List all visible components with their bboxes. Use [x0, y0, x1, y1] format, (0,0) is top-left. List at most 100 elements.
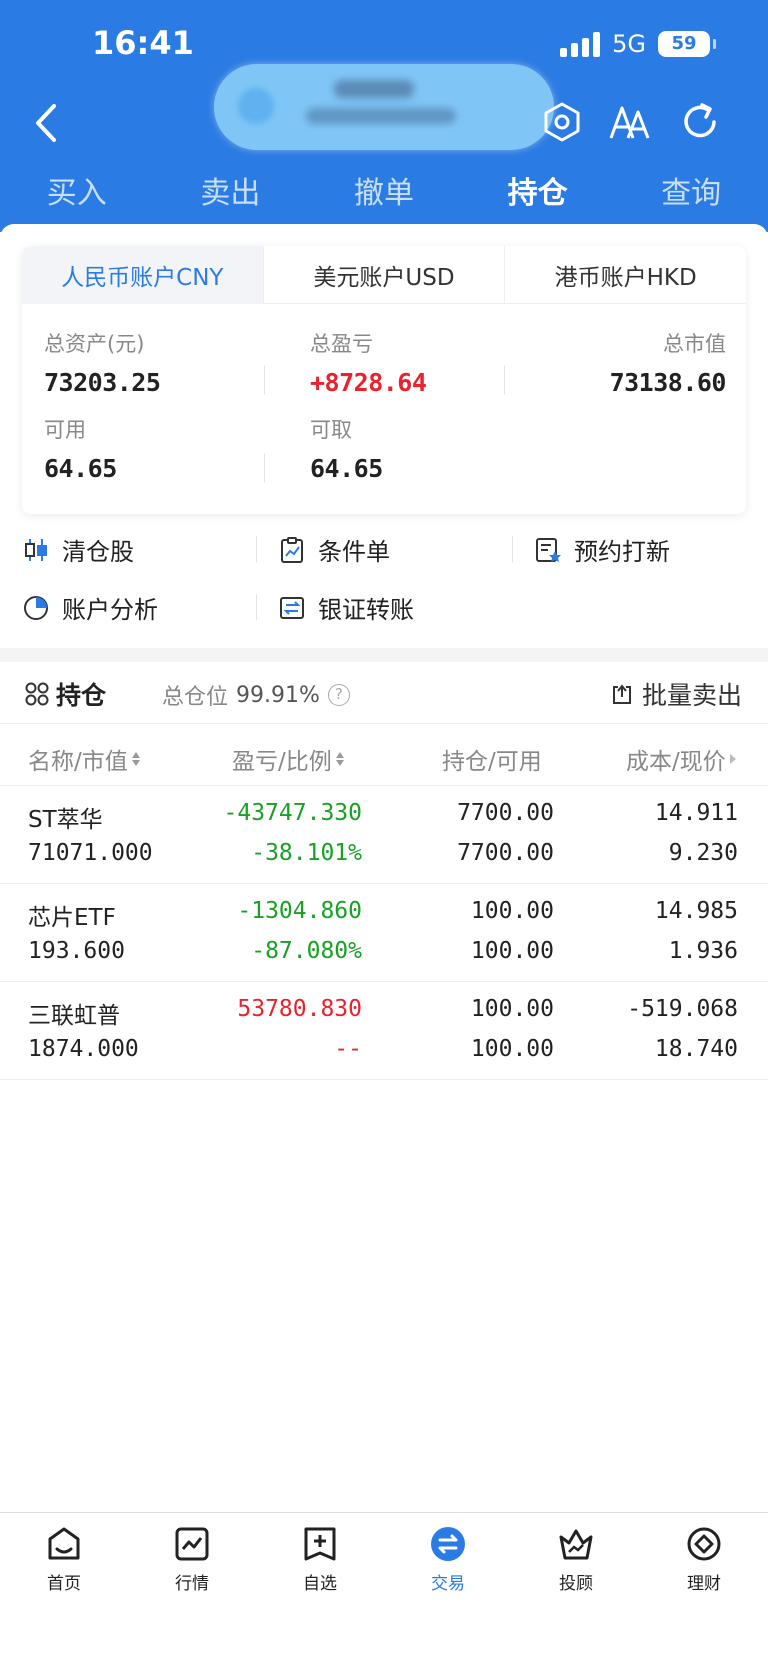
table-row[interactable]: 三联虹普 1874.000 53780.830 -- 100.00 100.00…: [0, 982, 768, 1080]
tab-buy[interactable]: 买入: [0, 168, 154, 218]
total-position-value: 99.91%: [236, 682, 320, 708]
clear-stock-button[interactable]: 清仓股: [22, 532, 134, 567]
total-assets: 总资产(元) 73203.25: [44, 328, 161, 397]
back-icon[interactable]: [30, 100, 64, 146]
tab-sell[interactable]: 卖出: [154, 168, 308, 218]
stock-pl-ratio: -38.101%: [251, 840, 362, 866]
bottom-tab-trade-label: 交易: [431, 1574, 465, 1594]
bottom-tab-watchlist-label: 自选: [303, 1574, 337, 1594]
stock-pl: -1304.860: [237, 898, 362, 924]
stock-cost: 14.985: [654, 898, 738, 924]
bottom-tab-trade[interactable]: 交易: [384, 1513, 512, 1662]
stock-name: 三联虹普: [28, 1003, 120, 1029]
account-analysis-button[interactable]: 账户分析: [22, 590, 158, 625]
chevron-right-icon: [729, 754, 736, 764]
bottom-tab-wealth[interactable]: 理财: [640, 1513, 768, 1662]
column-name-mv[interactable]: 名称/市值: [28, 742, 140, 776]
batch-sell-button[interactable]: 批量卖出: [610, 676, 742, 712]
settings-hexagon-icon[interactable]: [540, 100, 584, 144]
market-chart-icon: [175, 1527, 209, 1561]
bottom-tab-advisor[interactable]: 投顾: [512, 1513, 640, 1662]
stock-pl-ratio: -87.080%: [251, 938, 362, 964]
bank-transfer-label: 银证转账: [318, 596, 414, 624]
divider: [264, 366, 265, 394]
column-cost-price-label: 成本/现价: [626, 749, 726, 775]
bottom-tab-market[interactable]: 行情: [128, 1513, 256, 1662]
main-content: 人民币账户CNY 美元账户USD 港币账户HKD 总资产(元) 73203.25…: [0, 224, 768, 1512]
stock-market-value: 1874.000: [28, 1036, 139, 1062]
account-tab-hkd[interactable]: 港币账户HKD: [504, 246, 746, 304]
column-name-mv-label: 名称/市值: [28, 749, 128, 775]
bottom-tab-home-label: 首页: [47, 1574, 81, 1594]
column-pl-ratio-label: 盈亏/比例: [232, 749, 332, 775]
candlestick-icon: [25, 538, 47, 561]
stock-pl-ratio: --: [334, 1036, 362, 1062]
notification-body-blurred: [306, 108, 456, 124]
add-watchlist-icon: [304, 1527, 336, 1561]
stock-available: 100.00: [470, 1036, 554, 1062]
conditional-order-button[interactable]: 条件单: [278, 532, 390, 567]
tab-query[interactable]: 查询: [614, 168, 768, 218]
help-icon[interactable]: ?: [327, 684, 350, 706]
battery-icon: 59: [658, 31, 716, 57]
tab-cancel[interactable]: 撤单: [307, 168, 461, 218]
tab-positions[interactable]: 持仓: [461, 168, 615, 228]
divider: [264, 454, 265, 482]
notification-app-icon: [238, 88, 274, 124]
stock-cost: -519.068: [627, 996, 738, 1022]
withdrawable-funds: 可取 64.65: [310, 414, 383, 483]
app-header: 16:41 5G 59 买入 卖出 撤单 持仓 查询: [0, 0, 768, 232]
pie-chart-icon: [24, 595, 48, 620]
total-assets-value: 73203.25: [44, 368, 161, 397]
account-tab-cny[interactable]: 人民币账户CNY: [22, 246, 263, 304]
divider: [504, 366, 505, 394]
document-star-icon: [536, 537, 561, 562]
advisor-crown-icon: [559, 1529, 593, 1560]
stock-pl: -43747.330: [223, 800, 362, 826]
bottom-tab-watchlist[interactable]: 自选: [256, 1513, 384, 1662]
available-funds: 可用 64.65: [44, 414, 117, 483]
wealth-diamond-icon: [687, 1527, 721, 1561]
available-value: 64.65: [44, 454, 117, 483]
batch-sell-label: 批量卖出: [641, 681, 742, 710]
ipo-reserve-label: 预约打新: [574, 538, 670, 566]
account-analysis-label: 账户分析: [62, 596, 158, 624]
column-pl-ratio[interactable]: 盈亏/比例: [232, 742, 344, 776]
withdrawable-label: 可取: [310, 418, 352, 442]
export-icon: [612, 684, 631, 704]
table-row[interactable]: ST萃华 71071.000 -43747.330 -38.101% 7700.…: [0, 786, 768, 884]
stock-cost: 14.911: [654, 800, 738, 826]
status-time: 16:41: [92, 24, 194, 62]
signal-icon: [560, 31, 601, 57]
total-position-label: 总仓位: [162, 685, 229, 710]
total-assets-label: 总资产(元): [44, 332, 145, 356]
market-value-label: 总市值: [663, 332, 726, 356]
stock-market-value: 193.600: [28, 938, 125, 964]
status-indicators: 5G 59: [560, 30, 716, 58]
notification-banner[interactable]: [214, 64, 554, 150]
market-value-value: 73138.60: [609, 368, 727, 397]
bottom-tab-home[interactable]: 首页: [0, 1513, 128, 1662]
column-holding-available: 持仓/可用: [442, 742, 542, 776]
stock-holding: 7700.00: [457, 800, 554, 826]
trade-exchange-icon: [431, 1527, 465, 1561]
total-pl-label: 总盈亏: [310, 332, 373, 356]
stock-available: 100.00: [470, 938, 554, 964]
table-row[interactable]: 芯片ETF 193.600 -1304.860 -87.080% 100.00 …: [0, 884, 768, 982]
table-header: 名称/市值 盈亏/比例 持仓/可用 成本/现价: [0, 724, 768, 786]
refresh-icon[interactable]: [678, 100, 722, 144]
ipo-reserve-button[interactable]: 预约打新: [534, 532, 670, 567]
account-tab-usd[interactable]: 美元账户USD: [262, 246, 505, 304]
transfer-icon: [280, 596, 304, 619]
withdrawable-value: 64.65: [310, 454, 383, 483]
divider: [512, 536, 513, 562]
grid-icon: [25, 682, 49, 706]
font-size-icon[interactable]: [608, 100, 652, 144]
account-tabs: 人民币账户CNY 美元账户USD 港币账户HKD: [22, 246, 746, 304]
stock-name: 芯片ETF: [28, 905, 116, 931]
bank-transfer-button[interactable]: 银证转账: [278, 590, 414, 625]
bottom-tab-market-label: 行情: [175, 1574, 209, 1594]
column-cost-price[interactable]: 成本/现价: [626, 742, 738, 776]
trade-tabs: 买入 卖出 撤单 持仓 查询: [0, 168, 768, 228]
positions-header: 持仓 总仓位 99.91% ? 批量卖出: [0, 662, 768, 724]
